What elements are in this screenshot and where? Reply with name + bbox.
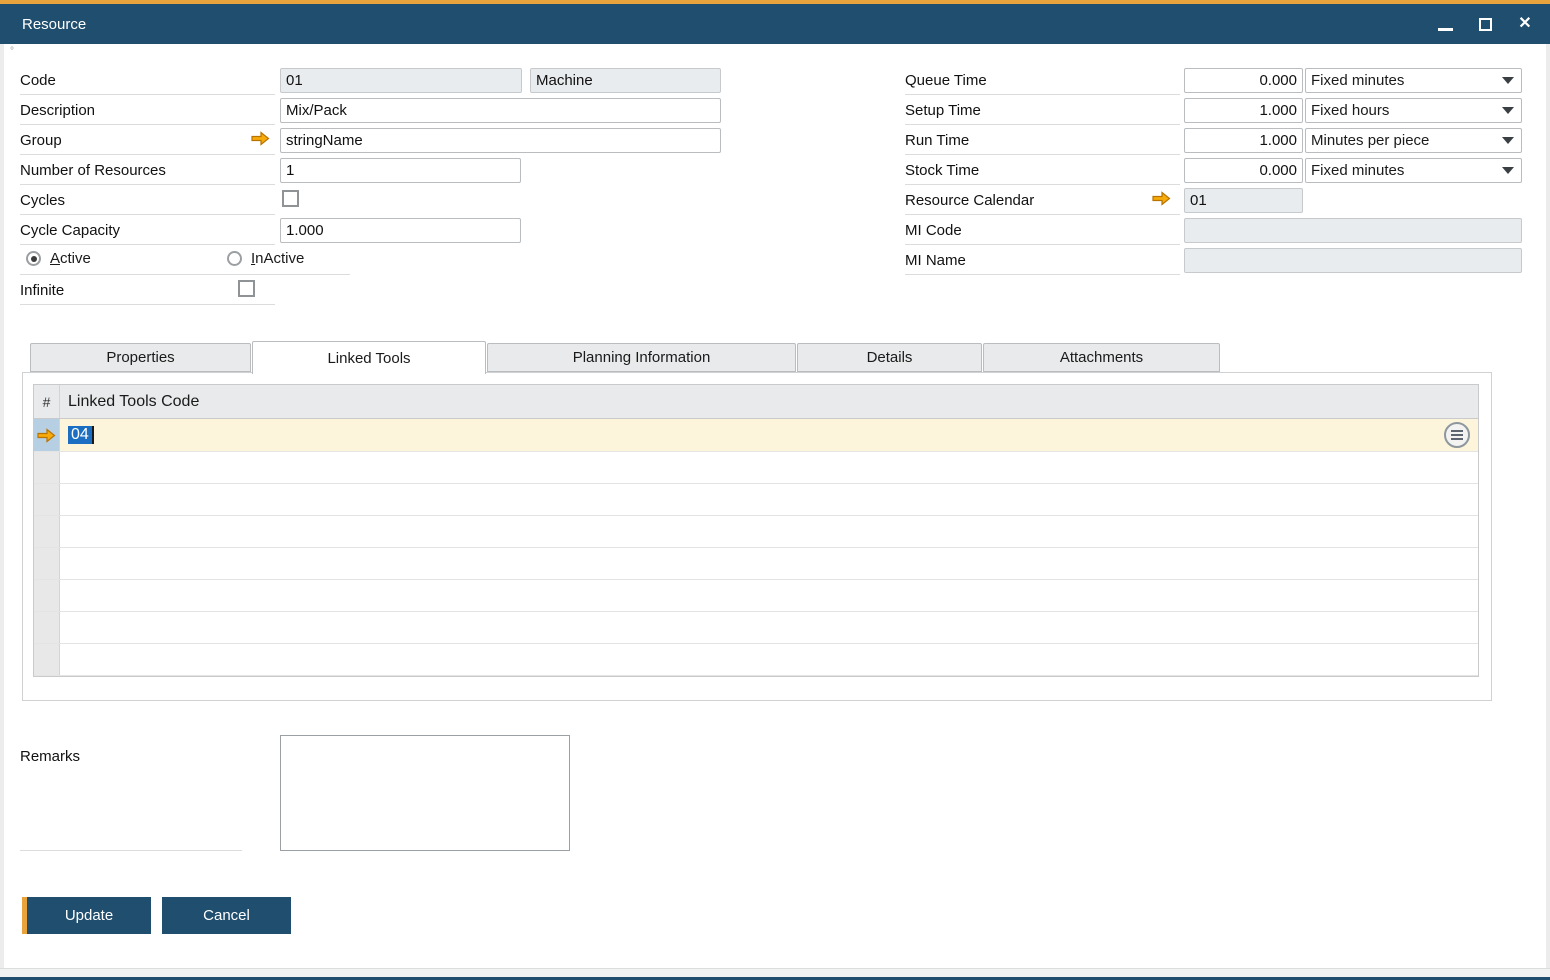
corner-glyph: ° [10,46,14,57]
mi-code-field[interactable] [1184,218,1522,243]
number-of-resources-field[interactable]: 1 [280,158,521,183]
row-selector-cell[interactable] [34,452,60,483]
group-link-arrow-icon[interactable] [251,131,270,146]
row-number-header: # [34,385,60,418]
tab-planning-information[interactable]: Planning Information [487,343,796,372]
linked-tools-code-cell[interactable] [60,580,1478,611]
row-link-arrow-icon[interactable] [37,428,56,443]
mi-name-label: MI Name [905,246,1180,275]
stock-time-unit-select[interactable]: Fixed minutes [1305,158,1522,183]
linked-tools-code-cell[interactable] [60,644,1478,675]
cell-selected-text[interactable]: 04 [68,426,94,444]
resource-calendar-label: Resource Calendar [905,186,1180,215]
resource-calendar-field[interactable]: 01 [1184,188,1303,213]
setup-time-unit-select[interactable]: Fixed hours [1305,98,1522,123]
minimize-icon[interactable] [1436,15,1454,33]
linked-tools-code-cell[interactable] [60,548,1478,579]
titlebar: Resource ✕ [0,4,1550,44]
window-title: Resource [22,16,86,33]
active-radio[interactable]: Active [26,250,91,267]
group-field[interactable]: stringName [280,128,721,153]
tab-properties[interactable]: Properties [30,343,251,372]
table-empty-rows [34,452,1478,676]
code-field[interactable]: 01 [280,68,522,93]
cycle-capacity-label: Cycle Capacity [20,216,275,245]
tab-linked-tools[interactable]: Linked Tools [252,341,486,374]
run-time-field[interactable]: 1.000 [1184,128,1303,153]
cancel-button[interactable]: Cancel [162,897,291,934]
queue-time-label: Queue Time [905,66,1180,95]
choose-from-list-icon[interactable] [1444,422,1470,448]
infinite-label: Infinite [20,276,275,305]
setup-time-label: Setup Time [905,96,1180,125]
row-selector-cell[interactable] [34,612,60,643]
run-time-unit-select[interactable]: Minutes per piece [1305,128,1522,153]
run-time-label: Run Time [905,126,1180,155]
dropdown-arrow-icon [1502,167,1514,174]
footer-strip [0,968,1550,977]
tab-details[interactable]: Details [797,343,982,372]
description-label: Description [20,96,275,125]
number-of-resources-label: Number of Resources [20,156,275,185]
table-row[interactable] [34,548,1478,580]
setup-time-field[interactable]: 1.000 [1184,98,1303,123]
linked-tools-code-cell[interactable]: 04 [60,419,1478,451]
stock-time-field[interactable]: 0.000 [1184,158,1303,183]
remarks-textarea[interactable] [280,735,570,851]
remarks-underline [20,850,242,851]
row-selector-cell[interactable] [34,580,60,611]
dropdown-arrow-icon [1502,137,1514,144]
resource-type-field[interactable]: Machine [530,68,721,93]
inactive-radio-label: InActive [251,250,304,267]
linked-tools-code-header: Linked Tools Code [60,385,1478,418]
close-icon[interactable]: ✕ [1516,15,1534,33]
mi-code-label: MI Code [905,216,1180,245]
dropdown-arrow-icon [1502,107,1514,114]
linked-tools-code-cell[interactable] [60,612,1478,643]
row-selector-cell[interactable] [34,644,60,675]
stock-time-label: Stock Time [905,156,1180,185]
table-row[interactable] [34,580,1478,612]
active-radio-circle [26,251,41,266]
update-button[interactable]: Update [22,897,151,934]
active-radio-label: Active [50,250,91,267]
code-label: Code [20,66,275,95]
linked-tools-code-cell[interactable] [60,484,1478,515]
remarks-label: Remarks [20,742,242,771]
resource-calendar-link-arrow-icon[interactable] [1152,191,1171,206]
maximize-icon[interactable] [1476,15,1494,33]
mi-name-field[interactable] [1184,248,1522,273]
table-row[interactable] [34,452,1478,484]
group-label: Group [20,126,275,155]
linked-tools-panel: # Linked Tools Code 04 [22,372,1492,701]
cycles-label: Cycles [20,186,275,215]
queue-time-unit-select[interactable]: Fixed minutes [1305,68,1522,93]
linked-tools-code-cell[interactable] [60,452,1478,483]
cycle-capacity-field[interactable]: 1.000 [280,218,521,243]
queue-time-field[interactable]: 0.000 [1184,68,1303,93]
inactive-radio[interactable]: InActive [227,250,304,267]
table-row[interactable]: 04 [34,419,1478,452]
tab-attachments[interactable]: Attachments [983,343,1220,372]
cycles-checkbox[interactable] [282,190,299,207]
inactive-radio-circle [227,251,242,266]
row-selector-cell[interactable] [34,516,60,547]
dropdown-arrow-icon [1502,77,1514,84]
row-selector-cell[interactable] [34,419,60,451]
linked-tools-table: # Linked Tools Code 04 [33,384,1479,677]
table-row[interactable] [34,612,1478,644]
table-header-row: # Linked Tools Code [34,385,1478,419]
row-selector-cell[interactable] [34,548,60,579]
table-row[interactable] [34,516,1478,548]
linked-tools-code-cell[interactable] [60,516,1478,547]
row-selector-cell[interactable] [34,484,60,515]
table-row[interactable] [34,644,1478,676]
table-row[interactable] [34,484,1478,516]
infinite-checkbox[interactable] [238,280,255,297]
description-field[interactable]: Mix/Pack [280,98,721,123]
